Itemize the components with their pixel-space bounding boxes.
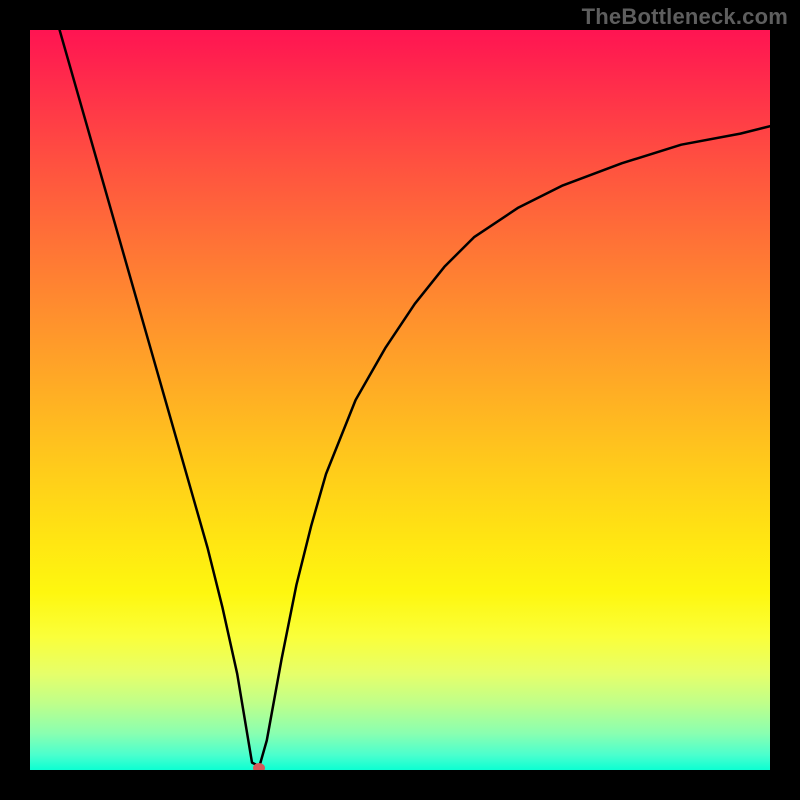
bottleneck-curve: [30, 30, 770, 770]
watermark-text: TheBottleneck.com: [582, 4, 788, 30]
chart-frame: TheBottleneck.com: [0, 0, 800, 800]
optimum-marker: [253, 763, 265, 770]
plot-area: [30, 30, 770, 770]
